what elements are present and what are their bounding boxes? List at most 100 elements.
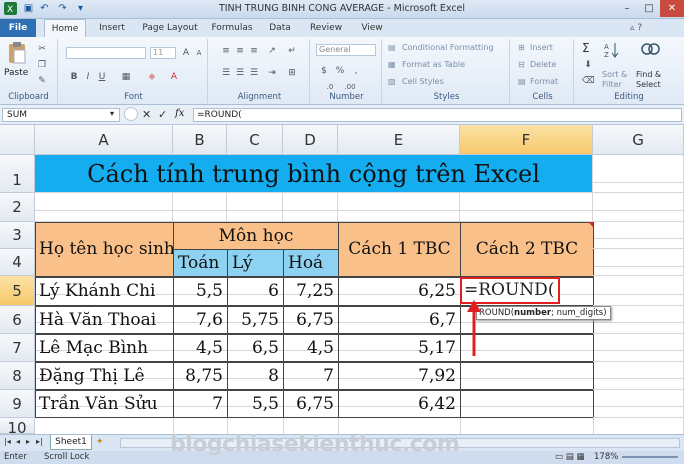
column-header-e[interactable]: E — [338, 125, 460, 155]
fill-color-icon[interactable]: ◆ — [146, 71, 158, 83]
prev-sheet-icon[interactable]: ◂ — [16, 437, 20, 446]
paste-button[interactable]: Paste — [4, 68, 28, 78]
cell-g[interactable] — [593, 277, 684, 306]
grow-font-icon[interactable]: A — [180, 47, 192, 59]
cell-average-method-1[interactable]: 6,7 — [338, 306, 461, 334]
column-header-b[interactable]: B — [173, 125, 227, 155]
cell-student-name[interactable]: Hà Văn Thoai — [35, 306, 174, 334]
tab-data[interactable]: Data — [262, 19, 298, 37]
row-header-3[interactable]: 3 — [0, 222, 35, 249]
merge-center-icon[interactable]: ⊞ — [286, 67, 298, 79]
insert-cells-button[interactable]: Insert — [530, 43, 553, 52]
cell-score-toan[interactable]: 5,5 — [173, 277, 228, 306]
cell-styles-button[interactable]: Cell Styles — [402, 77, 444, 86]
conditional-formatting-button[interactable]: Conditional Formatting — [402, 43, 494, 52]
first-sheet-icon[interactable]: |◂ — [4, 437, 11, 446]
zoom-level[interactable]: 178% — [594, 452, 618, 462]
cell-student-name[interactable]: Lý Khánh Chi — [35, 277, 174, 306]
cell-g1[interactable] — [593, 155, 684, 193]
autosum-icon[interactable]: Σ — [582, 41, 590, 55]
confirm-entry-icon[interactable]: ✓ — [158, 108, 167, 121]
cell-average-method-2[interactable] — [460, 362, 594, 390]
font-size-combo[interactable]: 11 — [150, 47, 176, 59]
last-sheet-icon[interactable]: ▸| — [36, 437, 43, 446]
cell-student-name[interactable]: Trần Văn Sửu — [35, 390, 174, 418]
tab-view[interactable]: View — [354, 19, 390, 37]
percent-icon[interactable]: % — [334, 65, 346, 77]
cell-e2[interactable] — [338, 193, 460, 222]
cell-score-ly[interactable]: 5,75 — [227, 306, 284, 334]
row-header-9[interactable]: 9 — [0, 390, 35, 418]
formula-input[interactable]: =ROUND( — [193, 108, 682, 122]
cell-student-name[interactable]: Lê Mạc Bình — [35, 334, 174, 362]
cell-a2[interactable] — [35, 193, 173, 222]
row-header-8[interactable]: 8 — [0, 362, 35, 390]
cell-score-toan[interactable]: 7 — [173, 390, 228, 418]
bold-icon[interactable]: B — [68, 71, 80, 83]
header-method-1[interactable]: Cách 1 TBC — [338, 222, 461, 277]
wrap-text-icon[interactable]: ↵ — [286, 45, 298, 57]
cell-score-hoa[interactable]: 6,75 — [283, 390, 339, 418]
cell-score-ly[interactable]: 8 — [227, 362, 284, 390]
paste-icon[interactable] — [6, 41, 28, 65]
header-student-name[interactable]: Họ tên học sinh — [35, 222, 175, 277]
formula-bar-resize-icon[interactable] — [124, 107, 138, 121]
find-select-icon[interactable] — [640, 41, 660, 59]
align-bottom-icon[interactable]: ≡ — [248, 45, 260, 57]
row-header-2[interactable]: 2 — [0, 193, 35, 222]
tab-file[interactable]: File — [0, 19, 36, 37]
tab-home[interactable]: Home — [44, 19, 86, 37]
name-box[interactable]: SUM — [2, 108, 120, 122]
cell-score-ly[interactable]: 5,5 — [227, 390, 284, 418]
cell-c2[interactable] — [227, 193, 283, 222]
align-top-icon[interactable]: ≡ — [220, 45, 232, 57]
name-box-dropdown-icon[interactable]: ▾ — [110, 109, 114, 118]
cell-average-method-1[interactable]: 6,25 — [338, 277, 461, 306]
row-header-6[interactable]: 6 — [0, 306, 35, 334]
column-header-c[interactable]: C — [227, 125, 283, 155]
header-subject-ly[interactable]: Lý — [227, 249, 284, 277]
indent-icon[interactable]: ⇥ — [266, 67, 278, 79]
cut-icon[interactable]: ✂ — [36, 43, 48, 55]
align-right-icon[interactable]: ☰ — [248, 67, 260, 79]
minimize-button[interactable]: – — [616, 0, 638, 17]
cell-g[interactable] — [593, 362, 684, 390]
borders-icon[interactable]: ▦ — [120, 71, 132, 83]
zoom-slider[interactable] — [622, 456, 678, 458]
cell-g3[interactable] — [593, 222, 684, 249]
cell-row-10[interactable] — [593, 418, 684, 434]
header-subject-toan[interactable]: Toán — [173, 249, 228, 277]
row-header-4[interactable]: 4 — [0, 249, 35, 276]
align-center-icon[interactable]: ☰ — [234, 67, 246, 79]
row-header-10[interactable]: 10 — [0, 418, 35, 434]
cell-score-toan[interactable]: 7,6 — [173, 306, 228, 334]
cell-score-ly[interactable]: 6,5 — [227, 334, 284, 362]
cell-g2[interactable] — [593, 193, 684, 222]
header-method-2[interactable]: Cách 2 TBC — [460, 222, 594, 277]
fill-icon[interactable]: ⬇ — [582, 59, 594, 71]
next-sheet-icon[interactable]: ▸ — [26, 437, 30, 446]
delete-cells-button[interactable]: Delete — [530, 60, 556, 69]
cell-score-hoa[interactable]: 7 — [283, 362, 339, 390]
sheet-title[interactable]: Cách tính trung bình cộng trên Excel — [35, 155, 593, 193]
cell-score-hoa[interactable]: 6,75 — [283, 306, 339, 334]
underline-icon[interactable]: U — [96, 71, 108, 83]
column-header-a[interactable]: A — [35, 125, 173, 155]
italic-icon[interactable]: I — [82, 71, 94, 83]
insert-sheet-icon[interactable]: ✦ — [96, 437, 104, 447]
font-name-combo[interactable] — [66, 47, 146, 59]
align-middle-icon[interactable]: ≡ — [234, 45, 246, 57]
sort-filter-icon[interactable]: AZ — [604, 41, 624, 59]
format-cells-button[interactable]: Format — [530, 77, 558, 86]
cell-g4[interactable] — [593, 249, 684, 276]
cell-score-toan[interactable]: 8,75 — [173, 362, 228, 390]
cancel-entry-icon[interactable]: ✕ — [142, 108, 151, 121]
cell-row-10[interactable] — [35, 418, 174, 434]
cell-average-method-2[interactable] — [460, 390, 594, 418]
cell-score-hoa[interactable]: 7,25 — [283, 277, 339, 306]
cell-average-method-1[interactable]: 5,17 — [338, 334, 461, 362]
tab-insert[interactable]: Insert — [92, 19, 132, 37]
align-left-icon[interactable]: ☰ — [220, 67, 232, 79]
format-painter-icon[interactable]: ✎ — [36, 75, 48, 87]
header-subjects[interactable]: Môn học — [173, 222, 339, 250]
